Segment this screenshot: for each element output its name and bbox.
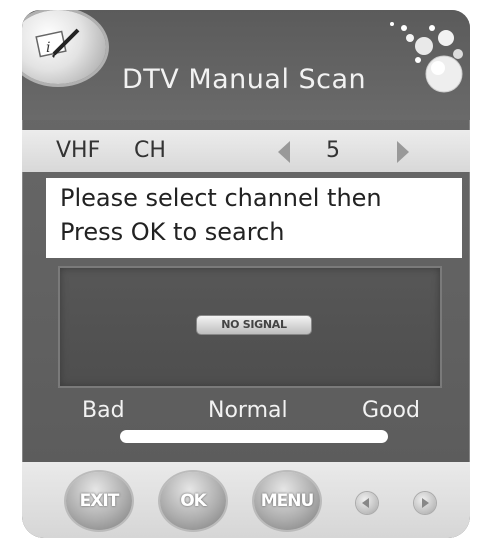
header: i DTV Manual Scan [22,10,470,120]
signal-quality-bar [120,430,388,443]
document-pen-icon: i [22,10,106,84]
osd-window: i DTV Manual Scan VHF CH 5 Please select… [22,10,470,538]
svg-text:i: i [46,40,50,56]
band-label: VHF [56,138,101,163]
chevron-right-icon[interactable] [397,141,409,163]
channel-value: 5 [326,138,340,163]
instruction-line-2: Press OK to search [60,218,285,246]
menu-button[interactable]: MENU [254,472,320,530]
instruction-message: Please select channel then Press OK to s… [46,178,462,258]
bubbles-icon [390,22,463,93]
quality-bad-label: Bad [82,398,125,423]
chevron-left-icon[interactable] [356,492,378,514]
instruction-line-1: Please select channel then [60,184,382,212]
status-badge: NO SIGNAL [196,315,312,335]
exit-button[interactable]: EXIT [66,472,132,530]
channel-unit-label: CH [134,138,166,163]
chevron-left-icon[interactable] [278,141,290,163]
quality-normal-label: Normal [208,398,288,423]
signal-panel: NO SIGNAL [58,266,442,388]
footer-controls: EXIT OK MENU [22,462,470,538]
page-title: DTV Manual Scan [122,64,367,95]
channel-selector[interactable]: VHF CH 5 [22,130,470,172]
chevron-right-icon[interactable] [414,492,436,514]
quality-good-label: Good [362,398,420,423]
ok-button[interactable]: OK [160,472,226,530]
